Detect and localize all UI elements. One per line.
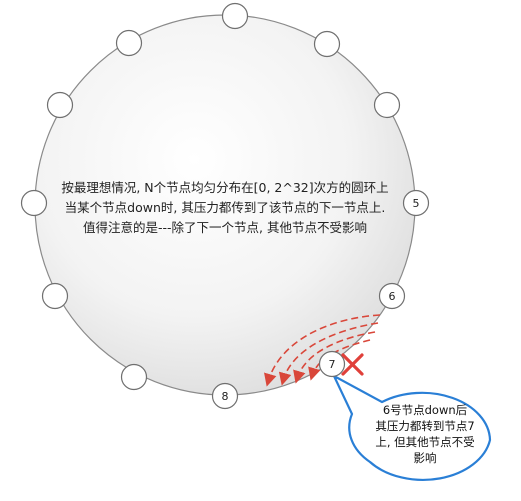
callout-line: 影响 — [413, 451, 437, 465]
down-cross-icon — [341, 353, 364, 376]
node-circle — [120, 363, 148, 391]
callout-line: 上, 但其他节点不受 — [375, 435, 475, 449]
ring-node-7: 7 — [318, 350, 346, 378]
node-label: 7 — [329, 358, 336, 371]
node-circle — [46, 91, 74, 119]
description-line: 当某个节点down时, 其压力都传到了该节点的下一节点上. — [64, 200, 386, 215]
ring-node — [115, 29, 143, 57]
ring-node-8: 8 — [211, 382, 239, 410]
callout-text: 6号节点down后 其压力都转到节点7 上, 但其他节点不受 影响 — [362, 402, 488, 466]
ring-node-6: 6 — [378, 282, 406, 310]
node-circle — [373, 91, 401, 119]
node-label: 8 — [222, 390, 229, 403]
node-circle — [221, 2, 249, 30]
ring-node — [120, 363, 148, 391]
diagram: 5 6 7 8 按最理想情况, N个节点均匀分布在[0, 2^32]次方的圆环上 当某… — [0, 0, 521, 497]
node-circle — [115, 29, 143, 57]
ring-node — [221, 2, 249, 30]
callout-line: 其压力都转到节点7 — [375, 419, 475, 433]
description-line: 值得注意的是---除了下一个节点, 其他节点不受影响 — [83, 220, 367, 235]
node-circle — [313, 30, 341, 58]
ring-description: 按最理想情况, N个节点均匀分布在[0, 2^32]次方的圆环上 当某个节点do… — [40, 178, 410, 238]
description-line: 按最理想情况, N个节点均匀分布在[0, 2^32]次方的圆环上 — [61, 180, 389, 195]
ring-node — [313, 30, 341, 58]
node-label: 6 — [389, 290, 396, 303]
ring-node — [373, 91, 401, 119]
callout-line: 6号节点down后 — [382, 403, 468, 417]
ring-node — [41, 282, 69, 310]
node-label: 5 — [413, 197, 420, 210]
ring-node — [46, 91, 74, 119]
node-circle — [41, 282, 69, 310]
